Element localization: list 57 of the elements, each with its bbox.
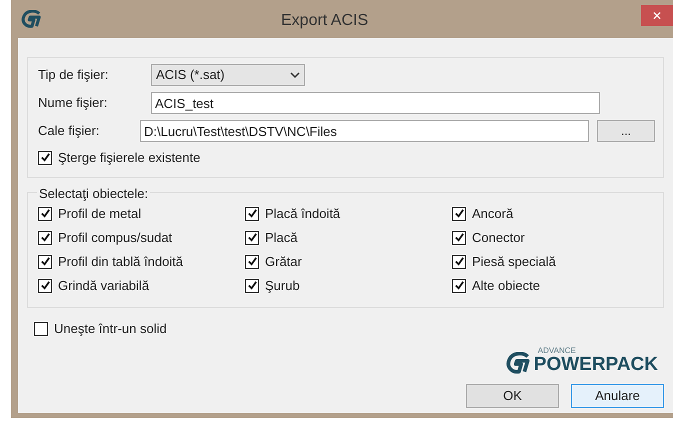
logo-text: POWERPACK	[534, 354, 658, 374]
checkmark-icon	[40, 256, 50, 267]
checkbox-label: Ancoră	[472, 205, 514, 222]
file-type-dropdown[interactable]: ACIS (*.sat)	[151, 64, 305, 86]
checkbox[interactable]	[38, 278, 52, 292]
checkbox-label: Placă	[265, 229, 298, 246]
field-label: Cale fişier:	[38, 122, 100, 140]
checkbox-label: Şterge fişierele existente	[58, 149, 200, 167]
checkmark-icon	[454, 256, 464, 267]
checkbox[interactable]	[245, 278, 259, 292]
close-button[interactable]: ✕	[641, 5, 673, 26]
checkbox[interactable]	[245, 230, 259, 244]
checkbox[interactable]	[452, 254, 466, 268]
checkbox-label: Şurub	[265, 277, 300, 294]
checkmark-icon	[454, 208, 464, 219]
checkbox-label: Alte obiecte	[472, 277, 540, 294]
g-logo-icon	[21, 10, 43, 28]
checkbox-label: Profil compus/sudat	[58, 229, 172, 246]
logo-subtitle: ADVANCE	[538, 346, 576, 354]
checkbox-label: Piesă specială	[472, 253, 556, 270]
checkbox-label: Profil din tablă îndoită	[58, 253, 184, 270]
browse-button[interactable]: ...	[597, 120, 655, 142]
checkbox[interactable]	[38, 150, 52, 165]
dialog-button[interactable]: Anulare	[571, 384, 664, 408]
checkbox[interactable]	[38, 206, 52, 220]
checkbox-label: Placă îndoită	[265, 205, 340, 222]
checkbox[interactable]	[38, 254, 52, 268]
checkbox[interactable]	[452, 206, 466, 220]
checkmark-icon	[40, 232, 50, 243]
checkmark-icon	[246, 280, 258, 291]
checkbox-label: Profil de metal	[58, 205, 142, 222]
checkmark-icon	[40, 152, 50, 164]
checkmark-icon	[454, 232, 464, 243]
checkbox-label: Grătar	[265, 253, 302, 270]
checkbox[interactable]	[245, 254, 259, 268]
checkmark-icon	[246, 208, 258, 219]
checkmark-icon	[40, 208, 50, 219]
chevron-down-icon	[290, 72, 300, 78]
checkbox[interactable]	[452, 230, 466, 244]
checkbox-label: Conector	[472, 229, 525, 246]
checkbox[interactable]	[452, 278, 466, 292]
checkbox-label: Grindă variabilă	[58, 277, 150, 294]
field-label: Tip de fişier:	[38, 66, 110, 84]
checkmark-icon	[246, 256, 258, 267]
checkmark-icon	[40, 280, 50, 291]
dialog-button[interactable]: OK	[466, 384, 559, 408]
window-title: Export ACIS	[281, 11, 368, 31]
checkbox[interactable]	[38, 230, 52, 244]
checkbox[interactable]	[245, 206, 259, 220]
checkmark-icon	[246, 232, 258, 243]
field-label: Nume fişier:	[38, 94, 108, 112]
file-name-field[interactable]: ACIS_test	[151, 92, 600, 114]
file-path-field[interactable]: D:\Lucru\Test\test\DSTV\NC\Files	[140, 120, 589, 142]
g-logo-icon	[506, 352, 532, 374]
checkbox-label: Uneşte într-un solid	[54, 320, 167, 338]
checkbox[interactable]	[34, 322, 48, 336]
checkmark-icon	[454, 280, 464, 291]
